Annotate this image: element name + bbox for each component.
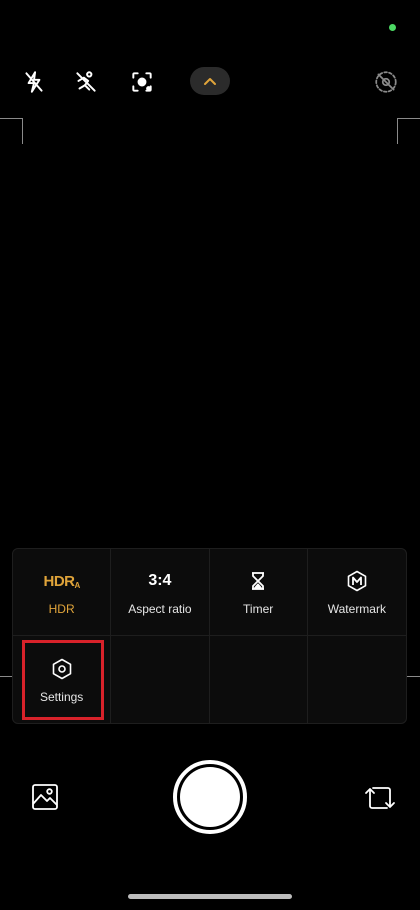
switch-camera-icon[interactable] [364, 782, 396, 814]
hdr-option[interactable]: HDRA HDR [13, 549, 112, 636]
chevron-up-icon [204, 78, 216, 85]
empty-slot [308, 636, 406, 723]
timer-option[interactable]: Timer [209, 549, 308, 636]
macro-off-icon[interactable] [372, 68, 400, 96]
live-photo-icon[interactable] [128, 68, 156, 96]
expand-chevron-button[interactable] [190, 67, 230, 95]
hdr-icon-text: HDR [43, 572, 75, 590]
gallery-icon[interactable] [30, 782, 60, 812]
shutter-button[interactable] [173, 760, 247, 834]
watermark-option[interactable]: Watermark [307, 549, 406, 636]
hdr-icon: HDRA [43, 568, 80, 594]
timer-label: Timer [243, 602, 274, 616]
flash-off-icon[interactable] [20, 68, 48, 96]
camera-screen: HDRA HDR 3:4 Aspect ratio Timer Watermar… [0, 0, 420, 910]
bottom-controls [0, 760, 420, 836]
aspect-ratio-option[interactable]: 3:4 Aspect ratio [111, 549, 210, 636]
watermark-icon [346, 568, 368, 594]
hdr-label: HDR [48, 602, 75, 616]
home-indicator[interactable] [128, 894, 292, 899]
empty-slot [210, 636, 308, 723]
privacy-indicator-dot [389, 24, 396, 31]
aspect-ratio-value: 3:4 [148, 572, 172, 589]
aspect-ratio-label: Aspect ratio [128, 602, 192, 616]
settings-highlight-box [22, 640, 104, 720]
hdr-icon-sub: A [74, 580, 80, 590]
frame-guide-corner [397, 118, 398, 144]
hourglass-icon [249, 568, 267, 594]
top-toolbar [0, 62, 420, 102]
aspect-ratio-icon: 3:4 [148, 568, 171, 594]
frame-guide-corner [0, 118, 22, 119]
frame-guide-corner [22, 118, 23, 144]
empty-slot [111, 636, 210, 723]
shutter-inner [180, 767, 240, 827]
motion-off-icon[interactable] [72, 68, 100, 96]
frame-guide-corner [398, 118, 420, 119]
watermark-label: Watermark [327, 602, 386, 616]
